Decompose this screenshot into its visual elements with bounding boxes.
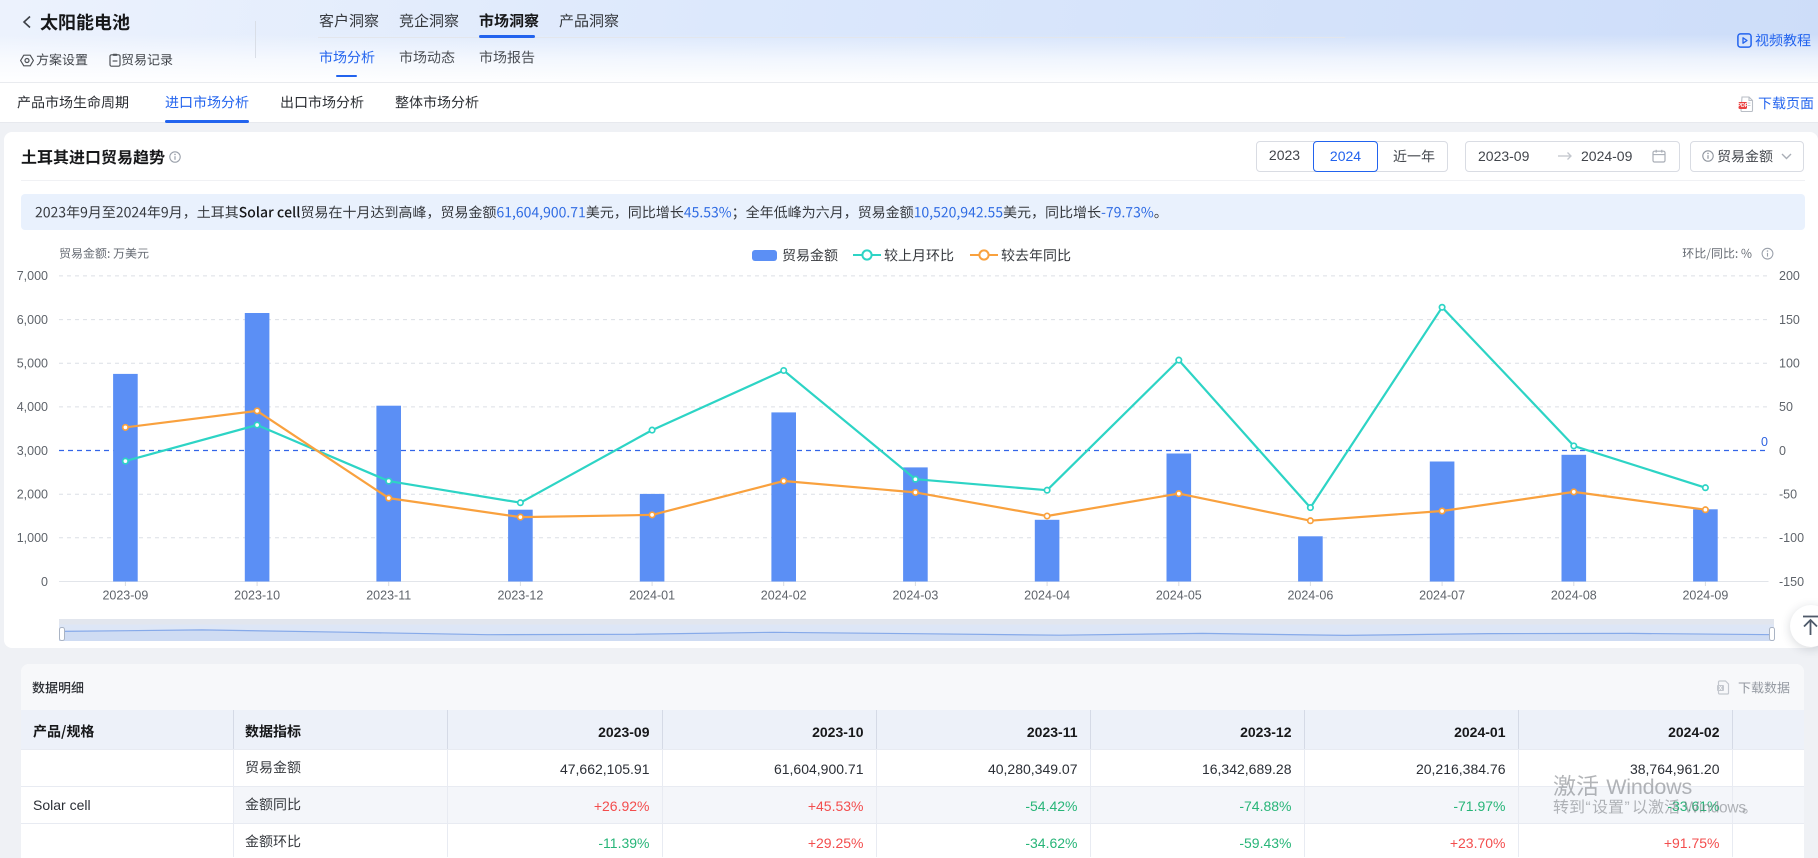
- svg-text:200: 200: [1779, 269, 1800, 283]
- svg-text:2023-10: 2023-10: [234, 589, 280, 603]
- svg-text:3,000: 3,000: [17, 444, 48, 458]
- svg-text:4,000: 4,000: [17, 400, 48, 414]
- svg-text:-100: -100: [1779, 531, 1804, 545]
- svg-text:2023-09: 2023-09: [102, 589, 148, 603]
- svg-text:2024-04: 2024-04: [1024, 589, 1070, 603]
- svg-text:0: 0: [41, 575, 48, 589]
- svg-text:Windows: Windows: [1606, 775, 1692, 799]
- svg-text:2024-05: 2024-05: [1156, 589, 1202, 603]
- svg-text:0: 0: [1761, 435, 1768, 449]
- svg-text:X: X: [1719, 686, 1723, 692]
- svg-text:50: 50: [1779, 400, 1793, 414]
- svg-text:2024-01: 2024-01: [629, 589, 675, 603]
- svg-text:2,000: 2,000: [17, 488, 48, 502]
- svg-text:2024-09: 2024-09: [1682, 589, 1728, 603]
- svg-text:5,000: 5,000: [17, 357, 48, 371]
- svg-text:Windows: Windows: [1685, 800, 1747, 817]
- svg-text:2024-08: 2024-08: [1551, 589, 1597, 603]
- svg-text:-150: -150: [1779, 575, 1804, 589]
- svg-text:2024-06: 2024-06: [1287, 589, 1333, 603]
- svg-text:”: ”: [1625, 800, 1630, 817]
- svg-text:2024-02: 2024-02: [761, 589, 807, 603]
- svg-text:7,000: 7,000: [17, 269, 48, 283]
- svg-text:-50: -50: [1779, 488, 1797, 502]
- svg-text:150: 150: [1779, 313, 1800, 327]
- svg-text:0: 0: [1779, 444, 1786, 458]
- svg-text:“: “: [1586, 800, 1591, 817]
- svg-text:PDF: PDF: [1738, 103, 1748, 109]
- svg-text:6,000: 6,000: [17, 313, 48, 327]
- svg-text:2023-12: 2023-12: [497, 589, 543, 603]
- svg-text:2024-07: 2024-07: [1419, 589, 1465, 603]
- svg-text:1,000: 1,000: [17, 531, 48, 545]
- svg-text:2023-11: 2023-11: [366, 589, 411, 603]
- svg-text:100: 100: [1779, 357, 1800, 371]
- svg-text:2024-03: 2024-03: [892, 589, 938, 603]
